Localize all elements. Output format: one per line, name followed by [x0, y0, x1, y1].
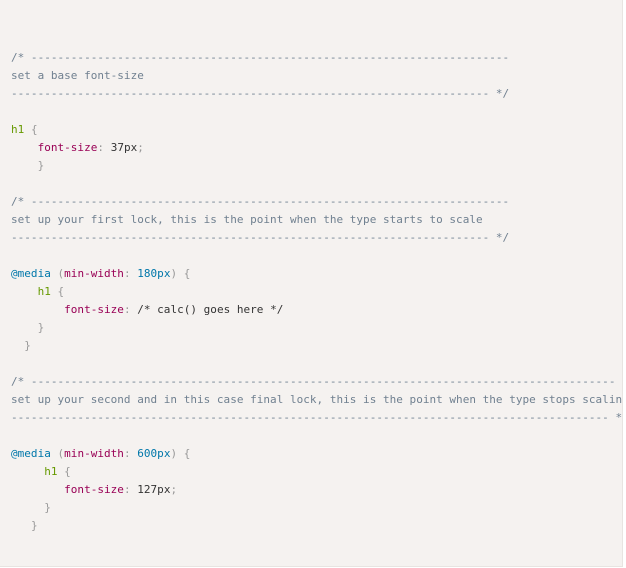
code-line: @media (min-width: 180px) { [11, 265, 622, 283]
comment-text: set a base font-size [11, 69, 144, 82]
paren-close: ) { [170, 267, 191, 280]
media-feature: min-width [64, 447, 124, 460]
code-line: font-size: 37px; [11, 139, 622, 157]
media-value: 600px [137, 447, 171, 460]
property: font-size [64, 303, 124, 316]
brace-close-inner: } [37, 321, 45, 334]
colon: : [123, 483, 131, 496]
code-line: } [11, 319, 622, 337]
comment-open: /* -------------------------------------… [11, 195, 510, 208]
comment-close: ----------------------------------------… [11, 411, 623, 424]
media-feature: min-width [64, 267, 124, 280]
code-line: } [11, 517, 622, 535]
paren-open: ( [50, 267, 65, 280]
paren-open: ( [50, 447, 65, 460]
comment-open: /* -------------------------------------… [11, 375, 616, 388]
at-rule: @media [11, 447, 51, 460]
paren-close: ) { [170, 447, 191, 460]
code-line: h1 { [11, 283, 622, 301]
brace-close-inner: } [44, 501, 51, 514]
semicolon: ; [170, 483, 178, 496]
code-block: /* -------------------------------------… [0, 0, 623, 567]
brace-close-outer: } [30, 519, 38, 532]
comment-text: set up your second and in this case fina… [11, 393, 623, 406]
at-rule: @media [11, 267, 51, 280]
brace-close-outer: } [24, 339, 31, 352]
code-line: } [11, 337, 622, 355]
code-line: @media (min-width: 600px) { [11, 445, 622, 463]
code-line: ----------------------------------------… [11, 409, 622, 427]
brace-open: { [57, 465, 71, 478]
code-line: ----------------------------------------… [11, 85, 622, 103]
selector: h1 [44, 465, 58, 478]
code-line: set up your second and in this case fina… [11, 391, 622, 409]
value: 37px [110, 141, 138, 154]
media-colon: : [123, 447, 138, 460]
code-line: h1 { [11, 121, 622, 139]
code-line: /* -------------------------------------… [11, 49, 622, 67]
colon: : [97, 141, 105, 154]
code-line: font-size: 127px; [11, 481, 622, 499]
code-line: set a base font-size [11, 67, 622, 85]
value: 127px [137, 483, 171, 496]
property: font-size [64, 483, 124, 496]
selector: h1 [37, 285, 51, 298]
code-line: } [11, 157, 622, 175]
css-code: /* -------------------------------------… [0, 0, 622, 535]
brace-open: { [50, 285, 65, 298]
brace-close: } [37, 159, 45, 172]
value: /* calc() goes here */ [130, 303, 284, 316]
property: font-size [37, 141, 98, 154]
code-line: font-size: /* calc() goes here */ [11, 301, 622, 319]
code-line: /* -------------------------------------… [11, 193, 622, 211]
code-line: ----------------------------------------… [11, 229, 622, 247]
comment-close: ----------------------------------------… [11, 87, 510, 100]
semicolon: ; [137, 141, 144, 154]
media-value: 180px [137, 267, 171, 280]
code-line: /* -------------------------------------… [11, 373, 622, 391]
colon: : [123, 303, 131, 316]
comment-close: ----------------------------------------… [11, 231, 510, 244]
comment-open: /* -------------------------------------… [11, 51, 510, 64]
code-line: h1 { [11, 463, 622, 481]
code-line: } [11, 499, 622, 517]
comment-text: set up your first lock, this is the poin… [11, 213, 483, 226]
selector: h1 [11, 123, 25, 136]
brace-open: { [24, 123, 38, 136]
code-line: set up your first lock, this is the poin… [11, 211, 622, 229]
media-colon: : [123, 267, 138, 280]
